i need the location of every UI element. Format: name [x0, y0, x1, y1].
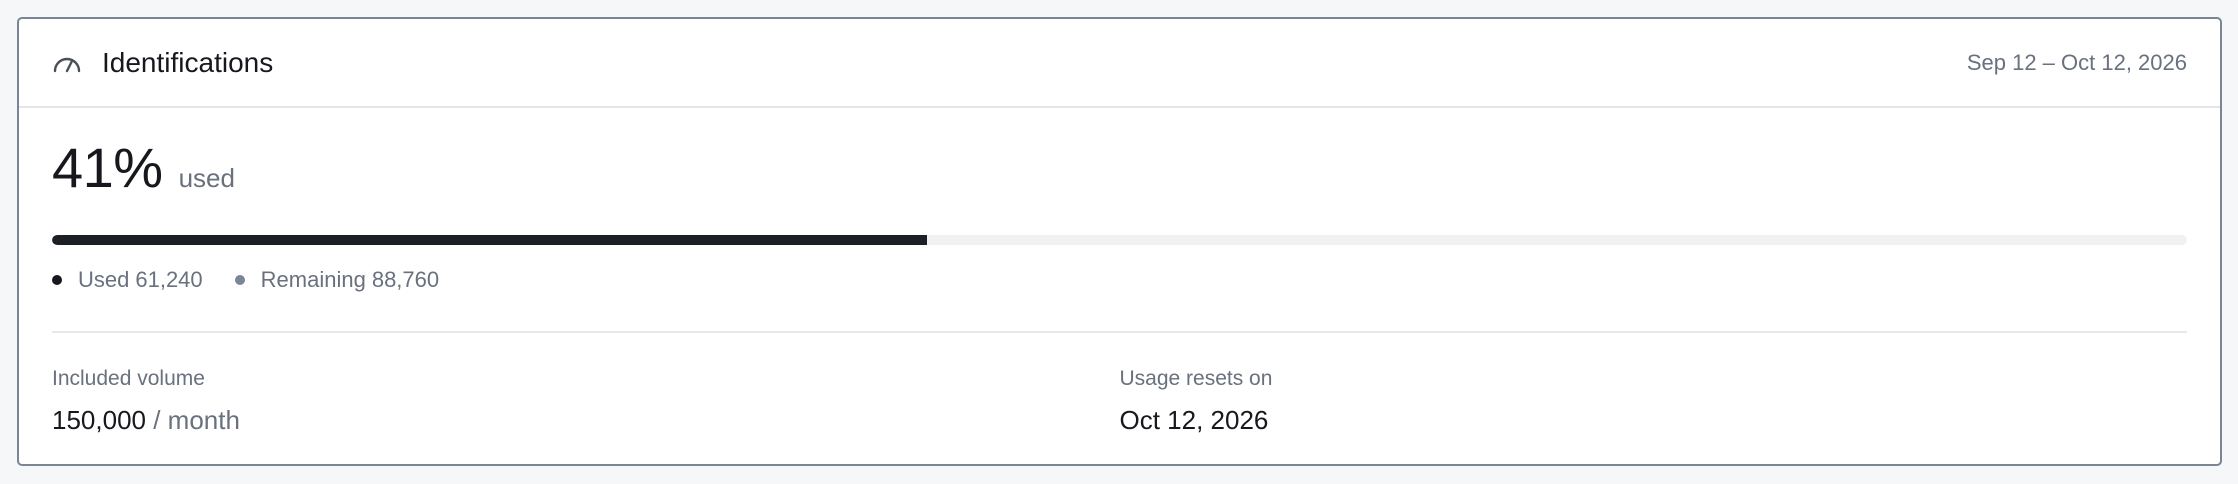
usage-progress-bar [52, 235, 2187, 245]
card-header: Identifications Sep 12 – Oct 12, 2026 [19, 19, 2220, 108]
used-dot-icon [52, 275, 62, 285]
legend-remaining: Remaining 88,760 [234, 267, 440, 293]
legend-used: Used 61,240 [52, 267, 203, 293]
card-title: Identifications [102, 46, 274, 78]
legend-remaining-value: 88,760 [371, 267, 440, 292]
usage-stats: Included volume 150,000 / month Usage re… [52, 367, 2187, 436]
usage-legend: Used 61,240 Remaining 88,760 [52, 267, 2187, 293]
usage-percent-row: 41% used [52, 138, 2187, 208]
stat-included-label: Included volume [52, 367, 205, 390]
legend-used-value: 61,240 [135, 267, 203, 292]
stat-included-volume: Included volume 150,000 / month [52, 367, 1120, 436]
usage-progress-fill [52, 235, 928, 245]
remaining-dot-icon [234, 275, 245, 285]
stat-reset-value: Oct 12, 2026 [1119, 405, 1269, 435]
stat-included-value: 150,000 [52, 405, 146, 435]
stat-included-unit: / month [153, 405, 240, 435]
legend-remaining-label: Remaining [260, 267, 366, 292]
gauge-icon [52, 48, 82, 78]
stat-reset-date: Usage resets on Oct 12, 2026 [1120, 367, 2188, 436]
stat-included-value-row: 150,000 / month [52, 405, 1120, 436]
stat-reset-label: Usage resets on [1119, 367, 1273, 390]
usage-card: Identifications Sep 12 – Oct 12, 2026 41… [17, 17, 2222, 466]
card-title-group: Identifications [52, 47, 273, 79]
card-body: 41% used Used 61,240 Remaining 88,760 In… [19, 138, 2220, 436]
divider [52, 331, 2187, 333]
usage-percent: 41% [52, 136, 163, 199]
usage-percent-suffix: used [178, 163, 235, 193]
legend-used-label: Used [78, 267, 130, 292]
billing-period: Sep 12 – Oct 12, 2026 [1966, 49, 2187, 75]
